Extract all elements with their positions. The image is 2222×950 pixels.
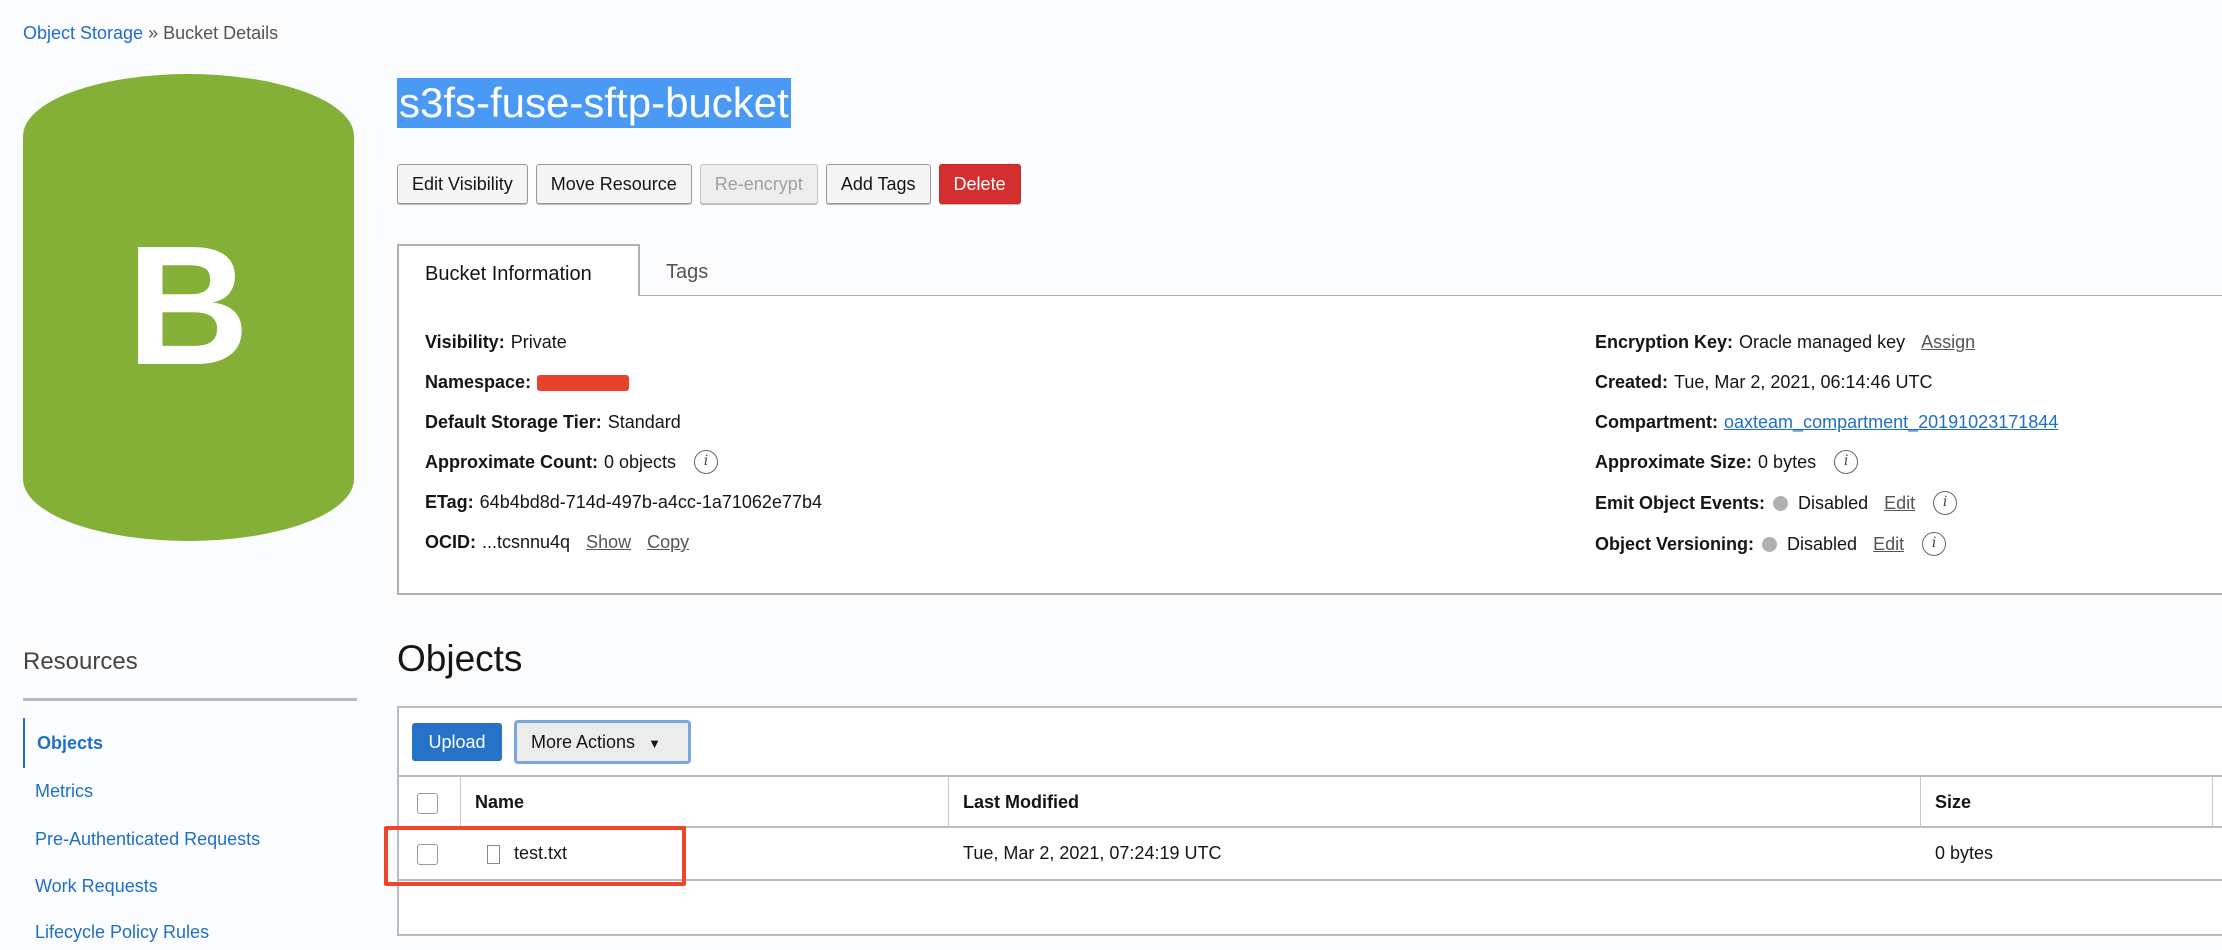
breadcrumb-separator: » xyxy=(143,23,164,43)
tier-label: Default Storage Tier: xyxy=(425,412,602,432)
edit-visibility-button[interactable]: Edit Visibility xyxy=(397,164,528,204)
column-size[interactable]: Size xyxy=(1921,777,2213,828)
sidebar-item-pre-authenticated-requests[interactable]: Pre-Authenticated Requests xyxy=(23,821,357,857)
table-header: Name Last Modified Size xyxy=(397,775,2222,828)
breadcrumb-object-storage[interactable]: Object Storage xyxy=(23,23,143,43)
namespace-label: Namespace: xyxy=(425,372,532,392)
sidebar-item-work-requests[interactable]: Work Requests xyxy=(23,868,357,904)
page-title: s3fs-fuse-sftp-bucket xyxy=(397,78,791,128)
ocid-copy-link[interactable]: Copy xyxy=(647,532,689,553)
objects-heading: Objects xyxy=(397,638,523,679)
add-tags-button[interactable]: Add Tags xyxy=(825,164,931,204)
breadcrumb: Object Storage » Bucket Details xyxy=(23,23,278,44)
encryption-label: Encryption Key: xyxy=(1595,332,1734,352)
column-last-modified[interactable]: Last Modified xyxy=(949,777,1921,828)
delete-button[interactable]: Delete xyxy=(938,164,1021,204)
object-size: 0 bytes xyxy=(1935,843,1994,863)
tab-tags[interactable]: Tags xyxy=(640,244,734,297)
compartment-label: Compartment: xyxy=(1595,412,1719,432)
visibility-label: Visibility: xyxy=(425,332,505,352)
created-label: Created: xyxy=(1595,372,1669,392)
size-label: Approximate Size: xyxy=(1595,451,1753,472)
ocid-show-link[interactable]: Show xyxy=(586,532,631,553)
events-label: Emit Object Events: xyxy=(1595,492,1766,513)
move-resource-button[interactable]: Move Resource xyxy=(535,164,692,204)
status-dot-icon xyxy=(1762,536,1778,552)
versioning-edit-link[interactable]: Edit xyxy=(1873,534,1904,555)
tab-bucket-information[interactable]: Bucket Information xyxy=(397,244,640,299)
ocid-label: OCID: xyxy=(425,532,476,552)
info-icon[interactable]: i xyxy=(694,450,719,474)
size-value: 0 bytes xyxy=(1758,451,1817,472)
count-label: Approximate Count: xyxy=(425,451,598,472)
sidebar-item-lifecycle-policy-rules[interactable]: Lifecycle Policy Rules xyxy=(23,914,357,950)
encryption-value: Oracle managed key xyxy=(1739,332,1906,352)
action-bar: Edit Visibility Move Resource Re-encrypt… xyxy=(397,164,1021,204)
events-edit-link[interactable]: Edit xyxy=(1884,493,1915,514)
resources-heading: Resources xyxy=(23,648,138,675)
etag-label: ETag: xyxy=(425,492,474,512)
versioning-label: Object Versioning: xyxy=(1595,533,1755,554)
sidebar-item-metrics[interactable]: Metrics xyxy=(23,773,357,809)
assign-link[interactable]: Assign xyxy=(1921,332,1975,353)
events-value: Disabled xyxy=(1798,492,1869,513)
tab-bar: Bucket Information Tags xyxy=(397,244,2222,299)
column-name[interactable]: Name xyxy=(461,777,949,828)
visibility-value: Private xyxy=(510,332,567,352)
compartment-link[interactable]: oaxteam_compartment_20191023171844 xyxy=(1724,412,2058,433)
info-icon[interactable]: i xyxy=(1834,450,1859,474)
created-value: Tue, Mar 2, 2021, 06:14:46 UTC xyxy=(1674,372,1933,392)
info-icon[interactable]: i xyxy=(1922,532,1947,556)
etag-value: 64b4bd8d-714d-497b-a4cc-1a71062e77b4 xyxy=(479,492,822,512)
more-actions-label: More Actions xyxy=(531,732,636,752)
more-actions-button[interactable]: More Actions ▼ xyxy=(514,720,691,764)
bucket-info-panel: Visibility: Private Namespace: Default St… xyxy=(397,296,2222,595)
status-dot-icon xyxy=(1773,495,1789,511)
versioning-value: Disabled xyxy=(1787,533,1858,554)
bucket-avatar: B xyxy=(23,74,354,541)
divider xyxy=(23,698,357,701)
count-value: 0 objects xyxy=(604,451,677,472)
object-last-modified: Tue, Mar 2, 2021, 07:24:19 UTC xyxy=(963,843,1222,863)
caret-down-icon: ▼ xyxy=(648,736,661,751)
namespace-redacted xyxy=(537,374,630,391)
ocid-value: ...tcsnnu4q xyxy=(482,532,571,552)
select-all-checkbox[interactable] xyxy=(417,792,438,814)
sidebar-item-objects[interactable]: Objects xyxy=(23,718,357,768)
breadcrumb-current: Bucket Details xyxy=(163,23,279,43)
re-encrypt-button[interactable]: Re-encrypt xyxy=(699,164,818,204)
avatar-letter: B xyxy=(127,211,250,401)
upload-button[interactable]: Upload xyxy=(412,723,502,761)
info-icon[interactable]: i xyxy=(1933,491,1958,515)
highlight-annotation xyxy=(384,826,686,886)
tier-value: Standard xyxy=(607,412,681,432)
